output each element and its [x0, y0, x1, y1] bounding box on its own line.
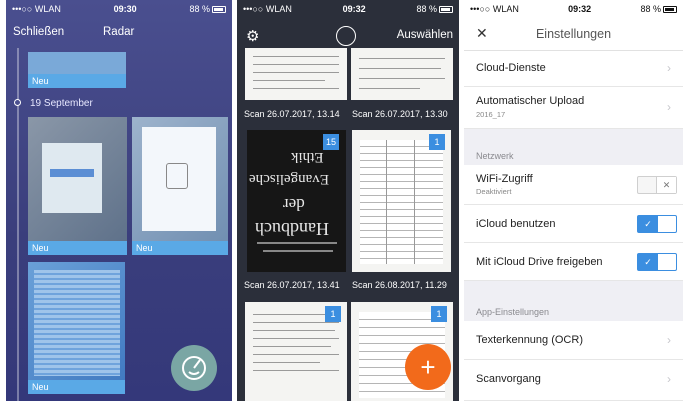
- settings-row-cloud-services[interactable]: Cloud-Dienste ›: [464, 51, 683, 87]
- scan-thumbnail[interactable]: Neu: [132, 117, 228, 255]
- scan-thumbnail[interactable]: Neu: [28, 52, 126, 88]
- close-icon: ✕: [656, 177, 676, 193]
- date-header: 19 September: [30, 98, 93, 109]
- radar-icon: [182, 356, 206, 380]
- phone-settings-screen: •••○○ WLAN 09:32 88 % Einstellungen ✕ Cl…: [464, 0, 683, 401]
- screenshot-collage: •••○○ WLAN 09:30 88 % Schließen Radar Ne…: [0, 0, 683, 401]
- scan-thumbnail[interactable]: [351, 48, 453, 100]
- carrier-text: •••○○ WLAN: [12, 3, 61, 14]
- clock-text: 09:32: [568, 3, 592, 14]
- battery-status: 88 %: [640, 4, 677, 14]
- phone-gallery-screen: •••○○ WLAN 09:32 88 % ⚙ Auswählen Scan 2…: [237, 0, 459, 401]
- clock-text: 09:32: [342, 3, 366, 14]
- thumbnail-label: Neu: [28, 380, 125, 394]
- settings-row-icloud[interactable]: iCloud benutzen ✓: [464, 205, 683, 243]
- thumbnail-label: Neu: [28, 74, 126, 88]
- scan-caption: Scan 26.07.2017, 13.30: [352, 109, 448, 119]
- clock-text: 09:30: [113, 3, 137, 14]
- settings-row-icloud-drive[interactable]: Mit iCloud Drive freigeben ✓: [464, 243, 683, 281]
- radar-icon[interactable]: [336, 26, 356, 46]
- checkmark-icon: ✓: [638, 216, 658, 232]
- carrier-text: •••○○ WLAN: [243, 3, 292, 14]
- nav-bar: Schließen Radar: [6, 26, 232, 46]
- settings-row-ocr[interactable]: Texterkennung (OCR) ›: [464, 321, 683, 360]
- settings-row-auto-upload[interactable]: Automatischer Upload 2016_17 ›: [464, 87, 683, 129]
- book-title-line: Evangelische: [249, 171, 329, 187]
- close-button[interactable]: Schließen: [13, 26, 64, 38]
- select-button[interactable]: Auswählen: [397, 29, 453, 41]
- battery-icon: [663, 5, 677, 13]
- status-bar: •••○○ WLAN 09:32 88 %: [464, 0, 683, 17]
- wifi-toggle[interactable]: ✕: [637, 176, 677, 194]
- chevron-right-icon: ›: [667, 61, 671, 75]
- gear-icon[interactable]: ⚙: [246, 27, 259, 45]
- battery-status: 88 %: [189, 4, 226, 14]
- page-count-badge: 1: [325, 306, 341, 322]
- checkmark-icon: ✓: [638, 254, 658, 270]
- scan-thumbnail[interactable]: Handbuch der Evangelische Ethik: [247, 130, 346, 272]
- settings-row-scan-process[interactable]: Scanvorgang ›: [464, 360, 683, 401]
- scan-thumbnail[interactable]: Neu: [28, 262, 125, 394]
- section-header-network: Netzwerk: [464, 129, 683, 165]
- status-bar: •••○○ WLAN 09:30 88 %: [6, 0, 232, 17]
- battery-status: 88 %: [416, 4, 453, 14]
- scan-thumbnail[interactable]: [245, 48, 347, 100]
- date-dot-icon: [14, 99, 21, 106]
- carrier-text: •••○○ WLAN: [470, 3, 519, 14]
- chevron-right-icon: ›: [667, 100, 671, 114]
- battery-icon: [439, 5, 453, 13]
- settings-row-wifi-access[interactable]: WiFi-Zugriff Deaktiviert ✕: [464, 165, 683, 205]
- chevron-right-icon: ›: [667, 333, 671, 347]
- status-bar: •••○○ WLAN 09:32 88 %: [237, 0, 459, 17]
- page-count-badge: 1: [429, 134, 445, 150]
- book-title-line: Handbuch: [255, 219, 329, 239]
- icloud-toggle[interactable]: ✓: [637, 215, 677, 233]
- page-title: Einstellungen: [535, 26, 612, 41]
- scan-caption: Scan 26.07.2017, 13.41: [244, 280, 340, 290]
- phone-timeline-screen: •••○○ WLAN 09:30 88 % Schließen Radar Ne…: [6, 0, 232, 401]
- radar-fab-button[interactable]: [171, 345, 217, 391]
- scan-caption: Scan 26.07.2017, 13.14: [244, 109, 340, 119]
- page-count-badge: 15: [323, 134, 339, 150]
- scan-thumbnail[interactable]: [352, 130, 451, 272]
- thumbnail-label: Neu: [28, 241, 127, 255]
- nav-bar: ⚙ Auswählen: [237, 24, 459, 48]
- add-scan-button[interactable]: +: [405, 344, 451, 390]
- radar-button[interactable]: Radar: [103, 26, 134, 38]
- page-count-badge: 1: [431, 306, 447, 322]
- scan-thumbnail[interactable]: Neu: [28, 117, 127, 255]
- section-header-app-settings: App-Einstellungen: [464, 281, 683, 321]
- scan-caption: Scan 26.08.2017, 11.29: [352, 280, 447, 290]
- thumbnail-label: Neu: [132, 241, 228, 255]
- battery-icon: [212, 5, 226, 13]
- close-icon[interactable]: ✕: [476, 25, 488, 42]
- nav-bar: Einstellungen ✕: [464, 17, 683, 51]
- icloud-drive-toggle[interactable]: ✓: [637, 253, 677, 271]
- book-title-line: der: [283, 195, 305, 214]
- chevron-right-icon: ›: [667, 372, 671, 386]
- book-title-line: Ethik: [291, 149, 324, 165]
